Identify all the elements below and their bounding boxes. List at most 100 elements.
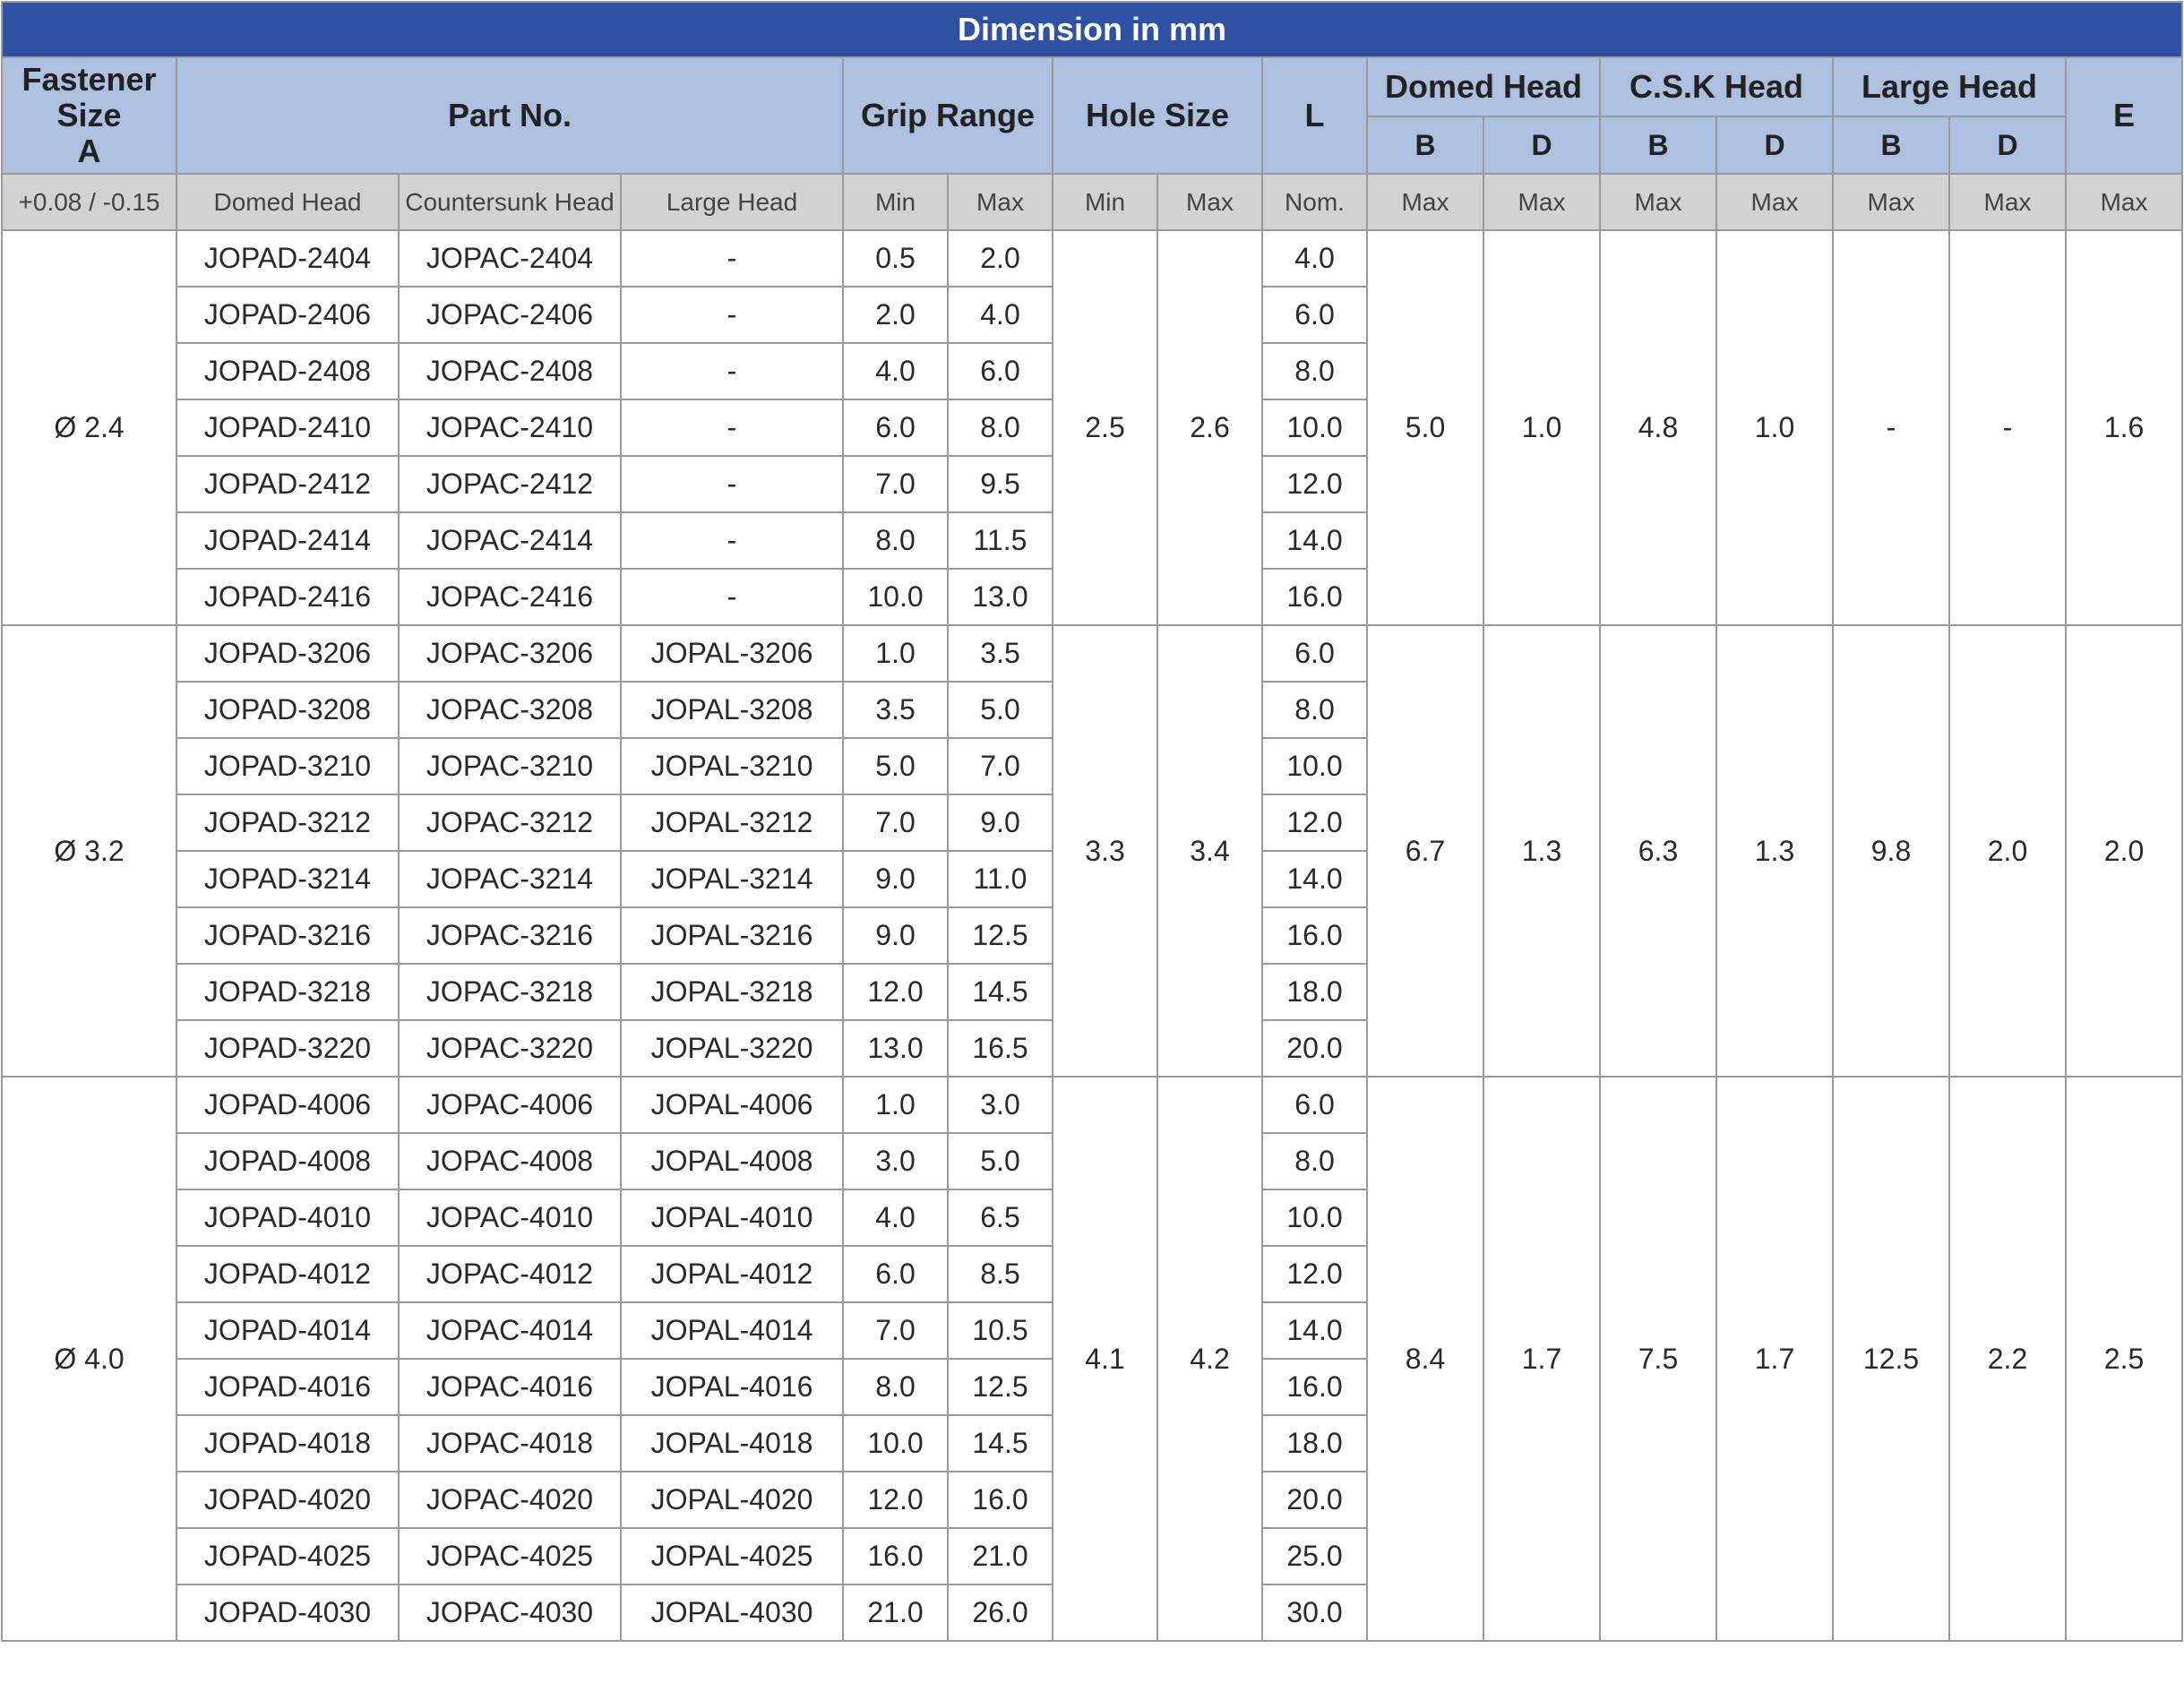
part-no-large-cell: JOPAL-3206 (620, 624, 844, 683)
part-no-domed-cell: JOPAD-3208 (176, 681, 400, 739)
part-no-domed-cell: JOPAD-2406 (176, 286, 400, 344)
part-no-large-cell: JOPAL-3220 (620, 1019, 844, 1078)
grip-max-cell: 7.0 (947, 737, 1053, 795)
grip-max-cell: 13.0 (947, 568, 1053, 626)
large-d-cell: 2.2 (1948, 1076, 2067, 1642)
grip-min-cell: 0.5 (842, 229, 949, 288)
hole-min-cell: 2.5 (1052, 229, 1158, 626)
header-large-d: D (1948, 116, 2067, 175)
length-nom-cell: 16.0 (1261, 568, 1368, 626)
part-no-domed-cell: JOPAD-2414 (176, 511, 400, 570)
table-body: Ø 2.4 JOPAD-2404 JOPAC-2404-0.5 2.0 2.5 2.6 4.… (1, 229, 2184, 1642)
domed-d-cell: 1.7 (1483, 1076, 1601, 1642)
part-no-countersunk-cell: JOPAC-3212 (398, 794, 622, 852)
part-no-large-cell: - (620, 568, 844, 626)
hole-max-cell: 3.4 (1156, 624, 1263, 1078)
grip-max-cell: 10.5 (947, 1301, 1053, 1360)
domed-b-cell: 5.0 (1366, 229, 1484, 626)
part-no-domed-cell: JOPAD-3210 (176, 737, 400, 795)
length-nom-cell: 12.0 (1261, 455, 1368, 513)
length-nom-cell: 4.0 (1261, 229, 1368, 288)
part-no-large-cell: JOPAL-4020 (620, 1471, 844, 1529)
part-no-large-cell: - (620, 455, 844, 513)
length-nom-cell: 25.0 (1261, 1527, 1368, 1585)
length-nom-cell: 16.0 (1261, 906, 1368, 965)
part-no-large-cell: - (620, 399, 844, 457)
grip-max-cell: 5.0 (947, 681, 1053, 739)
large-d-cell: 2.0 (1948, 624, 2067, 1078)
grip-min-cell: 10.0 (842, 1414, 949, 1472)
part-no-large-cell: JOPAL-4018 (620, 1414, 844, 1472)
part-no-countersunk-cell: JOPAC-4025 (398, 1527, 622, 1585)
grip-min-cell: 8.0 (842, 1358, 949, 1416)
hole-min-cell: 4.1 (1052, 1076, 1158, 1642)
grip-min-cell: 21.0 (842, 1584, 949, 1642)
grip-max-cell: 26.0 (947, 1584, 1053, 1642)
part-no-large-cell: JOPAL-3208 (620, 681, 844, 739)
table-title: Dimension in mm (0, 1, 2184, 58)
part-no-large-cell: - (620, 511, 844, 570)
csk-d-cell: 1.7 (1715, 1076, 1834, 1642)
part-no-domed-cell: JOPAD-3218 (176, 963, 400, 1021)
fastener-size-cell: Ø 2.4 (1, 229, 177, 626)
header-large-head: Large Head (1832, 56, 2067, 117)
fastener-size-cell: Ø 4.0 (1, 1076, 177, 1642)
unit-grip-max: Max (947, 173, 1053, 231)
part-no-countersunk-cell: JOPAC-4006 (398, 1076, 622, 1134)
length-nom-cell: 14.0 (1261, 1301, 1368, 1360)
domed-b-cell: 6.7 (1366, 624, 1484, 1078)
part-no-domed-cell: JOPAD-2416 (176, 568, 400, 626)
unit-tolerance: +0.08 / -0.15 (1, 173, 177, 231)
grip-min-cell: 12.0 (842, 963, 949, 1021)
grip-min-cell: 9.0 (842, 850, 949, 908)
grip-max-cell: 12.5 (947, 906, 1053, 965)
part-no-countersunk-cell: JOPAC-2412 (398, 455, 622, 513)
unit-csk-b-max: Max (1599, 173, 1717, 231)
unit-domed-b-max: Max (1366, 173, 1484, 231)
part-no-large-cell: JOPAL-4008 (620, 1132, 844, 1190)
part-no-large-cell: JOPAL-4010 (620, 1189, 844, 1247)
grip-max-cell: 16.5 (947, 1019, 1053, 1078)
part-no-large-cell: JOPAL-4014 (620, 1301, 844, 1360)
part-no-large-cell: JOPAL-4016 (620, 1358, 844, 1416)
dimension-table: Dimension in mm Fastener Size A Part No.… (0, 1, 2184, 1642)
part-no-domed-cell: JOPAD-4025 (176, 1527, 400, 1585)
part-no-countersunk-cell: JOPAC-2416 (398, 568, 622, 626)
grip-max-cell: 3.0 (947, 1076, 1053, 1134)
part-no-countersunk-cell: JOPAC-4016 (398, 1358, 622, 1416)
header-large-b: B (1832, 116, 1950, 175)
part-no-domed-cell: JOPAD-4020 (176, 1471, 400, 1529)
part-no-countersunk-cell: JOPAC-3206 (398, 624, 622, 683)
part-no-countersunk-cell: JOPAC-4018 (398, 1414, 622, 1472)
length-nom-cell: 8.0 (1261, 681, 1368, 739)
part-no-countersunk-cell: JOPAC-3214 (398, 850, 622, 908)
grip-min-cell: 1.0 (842, 624, 949, 683)
part-no-large-cell: JOPAL-3210 (620, 737, 844, 795)
part-no-large-cell: JOPAL-4006 (620, 1076, 844, 1134)
part-no-countersunk-cell: JOPAC-3218 (398, 963, 622, 1021)
part-no-large-cell: JOPAL-3212 (620, 794, 844, 852)
large-d-cell: - (1948, 229, 2067, 626)
header-e: E (2064, 56, 2184, 175)
part-no-countersunk-cell: JOPAC-2414 (398, 511, 622, 570)
csk-b-cell: 4.8 (1599, 229, 1717, 626)
domed-d-cell: 1.0 (1483, 229, 1601, 626)
part-no-countersunk-cell: JOPAC-3216 (398, 906, 622, 965)
grip-min-cell: 6.0 (842, 1245, 949, 1303)
unit-hole-max: Max (1156, 173, 1263, 231)
part-no-domed-cell: JOPAD-4006 (176, 1076, 400, 1134)
length-nom-cell: 14.0 (1261, 511, 1368, 570)
part-no-domed-cell: JOPAD-3220 (176, 1019, 400, 1078)
part-no-countersunk-cell: JOPAC-4008 (398, 1132, 622, 1190)
table-row: Ø 3.2 JOPAD-3206 JOPAC-3206 JOPAL-3206 1.0 3.… (1, 624, 2184, 1078)
hole-min-cell: 3.3 (1052, 624, 1158, 1078)
part-no-countersunk-cell: JOPAC-3220 (398, 1019, 622, 1078)
unit-large-head: Large Head (620, 173, 844, 231)
length-nom-cell: 18.0 (1261, 1414, 1368, 1472)
table-row: Ø 2.4 JOPAD-2404 JOPAC-2404-0.5 2.0 2.5 2.6 4.… (1, 229, 2184, 626)
hole-max-cell: 2.6 (1156, 229, 1263, 626)
length-nom-cell: 14.0 (1261, 850, 1368, 908)
part-no-domed-cell: JOPAD-2404 (176, 229, 400, 288)
unit-domed-d-max: Max (1483, 173, 1601, 231)
part-no-countersunk-cell: JOPAC-2408 (398, 342, 622, 400)
